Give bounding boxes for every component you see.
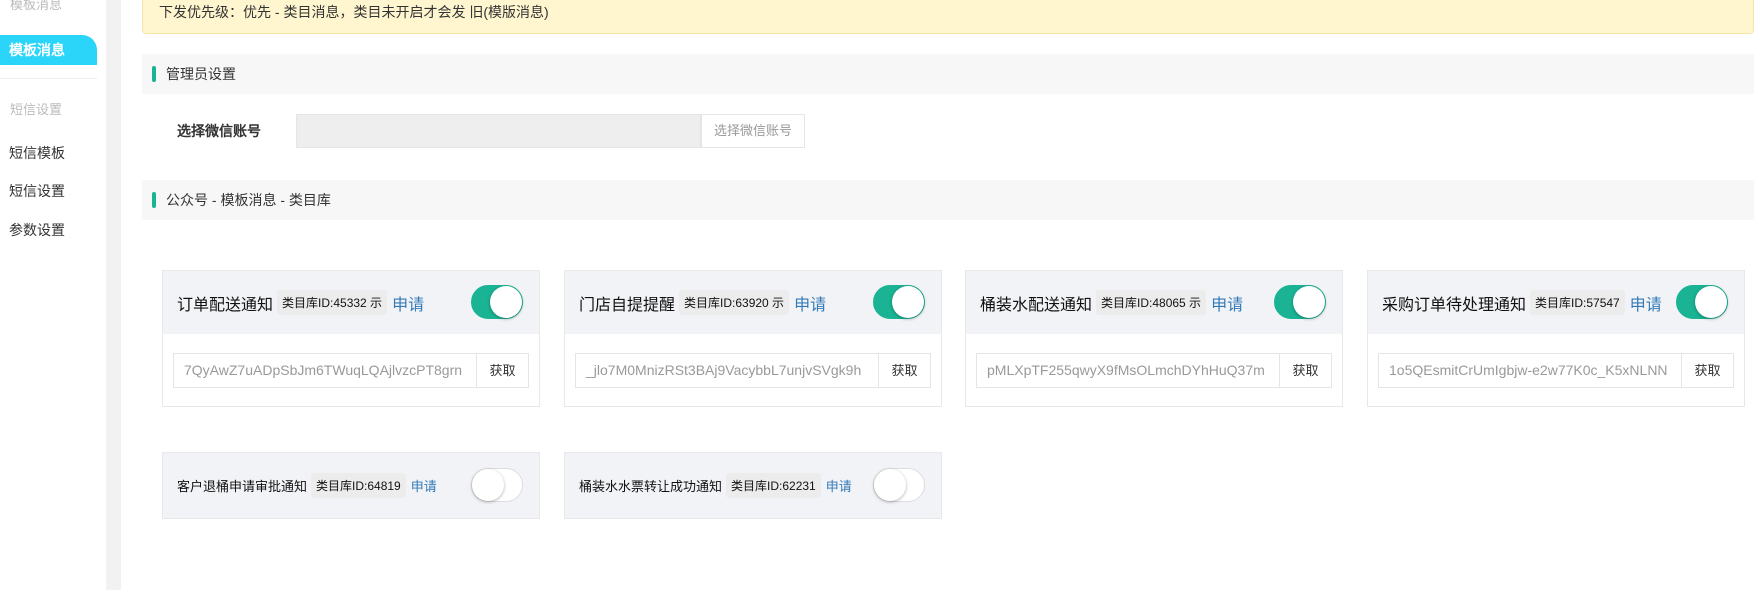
card-header: 门店自提提醒 类目库ID:63920 示 申请 [565, 271, 941, 334]
category-id-badge: 类目库ID:57547 [1530, 290, 1625, 315]
enable-toggle[interactable] [873, 468, 925, 502]
card-header: 桶装水水票转让成功通知 类目库ID:62231 申请 [565, 453, 941, 518]
sidebar-gutter [106, 0, 121, 590]
template-card: 订单配送通知 类目库ID:45332 示 申请 7QyAwZ7uADpSbJm6… [162, 270, 540, 407]
apply-link[interactable]: 申请 [826, 476, 852, 495]
template-card: 门店自提提醒 类目库ID:63920 示 申请 _jlo7M0MnizRSt3B… [564, 270, 942, 407]
enable-toggle[interactable] [1676, 285, 1728, 319]
toggle-knob [892, 286, 924, 318]
apply-link[interactable]: 申请 [1630, 291, 1662, 315]
fetch-button[interactable]: 获取 [1279, 353, 1332, 388]
sidebar-item-template-message[interactable]: 模板消息 [0, 35, 97, 65]
card-title: 客户退桶申请审批通知 [177, 479, 308, 494]
card-body: 7QyAwZ7uADpSbJm6TWuqLQAjlvzcPT8grn 获取 [163, 334, 539, 406]
enable-toggle[interactable] [471, 468, 523, 502]
card-title: 桶装水水票转让成功通知 [579, 479, 723, 494]
wechat-account-input[interactable] [296, 114, 701, 148]
template-id-input[interactable]: 1o5QEsmitCrUmIgbjw-e2w77K0c_K5xNLNN [1378, 353, 1682, 388]
sidebar-group-template: 模板消息 [10, 0, 63, 12]
apply-link[interactable]: 申请 [411, 476, 437, 495]
template-card: 采购订单待处理通知 类目库ID:57547 申请 1o5QEsmitCrUmIg… [1367, 270, 1745, 407]
sidebar-divider [0, 78, 97, 79]
category-id-badge: 类目库ID:63920 示 [679, 290, 790, 315]
card-header: 订单配送通知 类目库ID:45332 示 申请 [163, 271, 539, 334]
card-body: _jlo7M0MnizRSt3BAj9VacybbL7unjvSVgk9h 获取 [565, 334, 941, 406]
toggle-knob [1293, 286, 1325, 318]
fetch-button[interactable]: 获取 [1681, 353, 1734, 388]
apply-link[interactable]: 申请 [392, 291, 424, 315]
card-header: 采购订单待处理通知 类目库ID:57547 申请 [1368, 271, 1744, 334]
toggle-knob [874, 469, 906, 501]
card-body: pMLXpTF255qwyX9fMsOLmchDYhHuQ37m 获取 [966, 334, 1342, 406]
template-card: 客户退桶申请审批通知 类目库ID:64819 申请 [162, 452, 540, 519]
category-id-badge: 类目库ID:45332 示 [277, 290, 388, 315]
card-header: 客户退桶申请审批通知 类目库ID:64819 申请 [163, 453, 539, 518]
card-header: 桶装水配送通知 类目库ID:48065 示 申请 [966, 271, 1342, 334]
toggle-knob [490, 286, 522, 318]
enable-toggle[interactable] [1274, 285, 1326, 319]
enable-toggle[interactable] [471, 285, 523, 319]
select-wechat-button[interactable]: 选择微信账号 [701, 114, 805, 148]
card-body: 1o5QEsmitCrUmIgbjw-e2w77K0c_K5xNLNN 获取 [1368, 334, 1744, 406]
fetch-button[interactable]: 获取 [476, 353, 529, 388]
apply-link[interactable]: 申请 [794, 291, 826, 315]
sidebar-item-param-settings[interactable]: 参数设置 [9, 220, 65, 240]
select-wechat-label: 选择微信账号 [177, 123, 261, 139]
card-title: 采购订单待处理通知 [1382, 296, 1527, 314]
template-id-input[interactable]: 7QyAwZ7uADpSbJm6TWuqLQAjlvzcPT8grn [173, 353, 477, 388]
priority-notice: 下发优先级：优先 - 类目消息，类目未开启才会发 旧(模版消息) [142, 0, 1754, 34]
sidebar: 模板消息 模板消息 短信设置 短信模板 短信设置 参数设置 [0, 0, 106, 590]
template-card: 桶装水配送通知 类目库ID:48065 示 申请 pMLXpTF255qwyX9… [965, 270, 1343, 407]
fetch-button[interactable]: 获取 [878, 353, 931, 388]
section-category-library: 公众号 - 模板消息 - 类目库 [142, 180, 1754, 220]
sidebar-group-sms: 短信设置 [10, 102, 63, 117]
section-admin-settings: 管理员设置 [142, 54, 1754, 94]
card-title: 桶装水配送通知 [980, 296, 1093, 314]
enable-toggle[interactable] [873, 285, 925, 319]
category-id-badge: 类目库ID:64819 [311, 473, 406, 498]
toggle-knob [1695, 286, 1727, 318]
apply-link[interactable]: 申请 [1211, 291, 1243, 315]
template-id-input[interactable]: pMLXpTF255qwyX9fMsOLmchDYhHuQ37m [976, 353, 1280, 388]
category-id-badge: 类目库ID:48065 示 [1096, 290, 1207, 315]
card-title: 订单配送通知 [177, 296, 274, 314]
sidebar-item-sms-settings[interactable]: 短信设置 [9, 181, 65, 201]
template-id-input[interactable]: _jlo7M0MnizRSt3BAj9VacybbL7unjvSVgk9h [575, 353, 879, 388]
card-title: 门店自提提醒 [579, 296, 676, 314]
sidebar-item-sms-template[interactable]: 短信模板 [9, 143, 65, 163]
template-card: 桶装水水票转让成功通知 类目库ID:62231 申请 [564, 452, 942, 519]
toggle-knob [472, 469, 504, 501]
category-id-badge: 类目库ID:62231 [726, 473, 821, 498]
